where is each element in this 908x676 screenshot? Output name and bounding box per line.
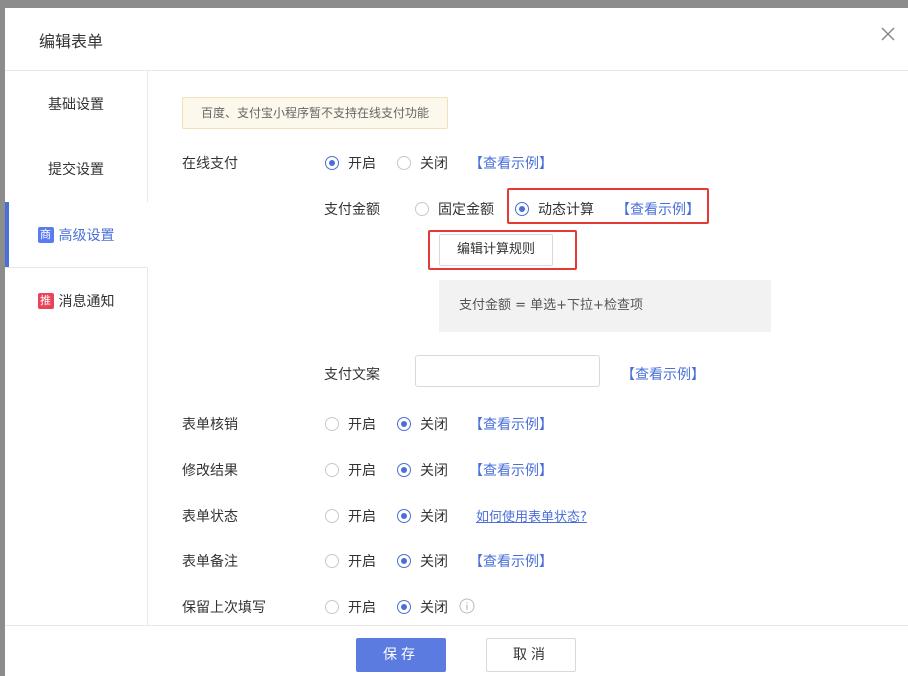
form-verify-example-link[interactable]: 【查看示例】 [469, 414, 553, 434]
radio-label: 关闭 [420, 463, 448, 479]
modify-result-label: 修改结果 [182, 463, 238, 479]
fixed-amount-radio[interactable]: 固定金额 [415, 199, 494, 219]
payment-copy-input[interactable] [415, 355, 600, 387]
sidebar: 基础设置 提交设置 商 高级设置 推 消息通知 [5, 71, 148, 626]
modify-result-example-link[interactable]: 【查看示例】 [469, 460, 553, 480]
sidebar-item-submit[interactable]: 提交设置 [5, 136, 147, 203]
form-verify-off-radio[interactable]: 关闭 [397, 414, 448, 434]
radio-label: 开启 [348, 554, 376, 570]
radio-label: 关闭 [420, 600, 448, 616]
radio-checked-icon [397, 417, 411, 431]
online-payment-on-radio[interactable]: 开启 [325, 153, 376, 173]
sidebar-item-label: 基础设置 [48, 96, 104, 113]
dialog-header: 编辑表单 [5, 8, 908, 71]
keep-last-fill-on-radio[interactable]: 开启 [325, 597, 376, 617]
sidebar-item-advanced[interactable]: 商 高级设置 [5, 202, 148, 268]
sidebar-item-basic[interactable]: 基础设置 [5, 71, 147, 136]
radio-unchecked-icon [325, 509, 339, 523]
radio-unchecked-icon [325, 463, 339, 477]
form-verify-on-radio[interactable]: 开启 [325, 414, 376, 434]
modify-result-on-radio[interactable]: 开启 [325, 460, 376, 480]
radio-unchecked-icon [397, 156, 411, 170]
formula-display: 支付金额 = 单选+下拉+检查项 [439, 280, 771, 332]
dialog-footer: 保存 取消 [5, 625, 908, 676]
sidebar-item-label: 高级设置 [58, 227, 115, 244]
modify-result-off-radio[interactable]: 关闭 [397, 460, 448, 480]
form-remark-on-radio[interactable]: 开启 [325, 551, 376, 571]
notice-banner: 百度、支付宝小程序暂不支持在线支付功能 [182, 97, 448, 129]
edit-calc-rule-button[interactable]: 编辑计算规则 [439, 234, 553, 266]
radio-checked-icon [325, 156, 339, 170]
form-remark-example-link[interactable]: 【查看示例】 [469, 551, 553, 571]
radio-label: 固定金额 [438, 202, 494, 218]
online-payment-off-radio[interactable]: 关闭 [397, 153, 448, 173]
radio-checked-icon [515, 202, 529, 216]
keep-last-fill-off-radio[interactable]: 关闭 [397, 597, 448, 617]
amount-example-link[interactable]: 【查看示例】 [616, 199, 700, 219]
form-verify-label: 表单核销 [182, 417, 238, 433]
push-badge-icon: 推 [37, 292, 54, 309]
radio-label: 关闭 [420, 156, 448, 172]
radio-unchecked-icon [325, 554, 339, 568]
info-icon[interactable] [459, 598, 475, 614]
dynamic-calc-radio[interactable]: 动态计算 [515, 199, 594, 219]
shop-badge-icon: 商 [37, 226, 54, 243]
dialog-title: 编辑表单 [39, 32, 104, 51]
settings-content: 百度、支付宝小程序暂不支持在线支付功能 在线支付 开启 关闭 【查看示例】 支付… [147, 71, 908, 626]
sidebar-item-label: 提交设置 [48, 162, 104, 178]
form-remark-label: 表单备注 [182, 554, 238, 570]
sidebar-item-label: 消息通知 [58, 293, 115, 310]
radio-unchecked-icon [415, 202, 429, 216]
form-remark-off-radio[interactable]: 关闭 [397, 551, 448, 571]
radio-label: 关闭 [420, 509, 448, 525]
radio-label: 关闭 [420, 554, 448, 570]
radio-checked-icon [397, 554, 411, 568]
radio-label: 开启 [348, 156, 376, 172]
radio-label: 动态计算 [538, 202, 594, 218]
form-status-label: 表单状态 [182, 509, 238, 525]
form-status-off-radio[interactable]: 关闭 [397, 506, 448, 526]
payment-copy-example-link[interactable]: 【查看示例】 [621, 364, 705, 384]
payment-amount-label: 支付金额 [324, 202, 380, 218]
radio-unchecked-icon [325, 417, 339, 431]
radio-label: 开启 [348, 417, 376, 433]
payment-copy-label: 支付文案 [324, 367, 380, 383]
sidebar-item-notification[interactable]: 推 消息通知 [5, 268, 147, 333]
cancel-button[interactable]: 取消 [486, 638, 576, 672]
form-status-help-link[interactable]: 如何使用表单状态? [476, 506, 587, 525]
save-button[interactable]: 保存 [356, 638, 446, 672]
edit-form-dialog: 编辑表单 基础设置 提交设置 商 高级设置 推 消息通知 百度、支付宝小程序暂不… [5, 8, 908, 676]
radio-checked-icon [397, 509, 411, 523]
radio-checked-icon [397, 600, 411, 614]
online-payment-label: 在线支付 [182, 156, 238, 172]
radio-label: 关闭 [420, 417, 448, 433]
keep-last-fill-label: 保留上次填写 [182, 600, 266, 616]
radio-checked-icon [397, 463, 411, 477]
online-payment-example-link[interactable]: 【查看示例】 [469, 153, 553, 173]
radio-unchecked-icon [325, 600, 339, 614]
radio-label: 开启 [348, 600, 376, 616]
form-status-on-radio[interactable]: 开启 [325, 506, 376, 526]
close-icon[interactable] [880, 26, 896, 42]
radio-label: 开启 [348, 463, 376, 479]
radio-label: 开启 [348, 509, 376, 525]
